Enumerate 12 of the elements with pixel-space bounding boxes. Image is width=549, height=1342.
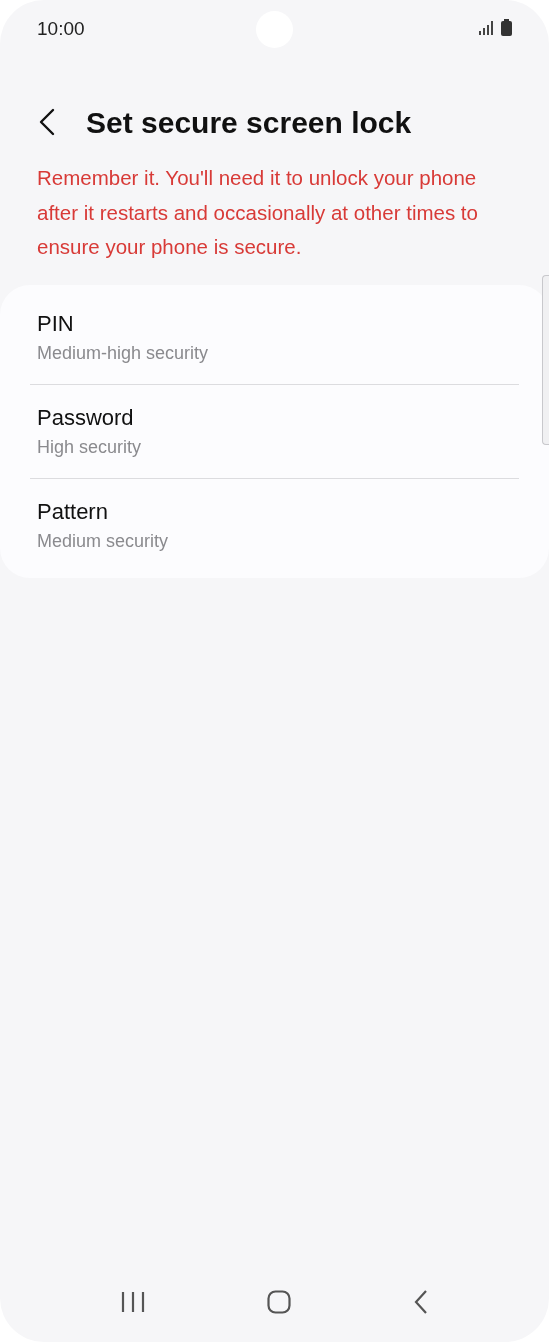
lock-option[interactable]: Pattern Medium security [0,478,539,572]
page-title: Set secure screen lock [86,104,412,141]
recent-apps-icon[interactable] [121,1291,146,1313]
signal-icon [479,21,494,35]
battery-icon [501,19,512,36]
home-icon[interactable] [267,1290,292,1314]
back-icon[interactable] [413,1290,428,1314]
back-chevron-icon [39,108,55,136]
status-time: 10:00 [37,16,85,41]
lock-option[interactable]: PIN Medium-high security [0,290,539,384]
lock-option[interactable]: Password High security [0,384,539,478]
warning-text: Remember it. You'll need it to unlock your phone after it restarts and occasionally at other times to ensure your phone is secure. [37,165,479,260]
